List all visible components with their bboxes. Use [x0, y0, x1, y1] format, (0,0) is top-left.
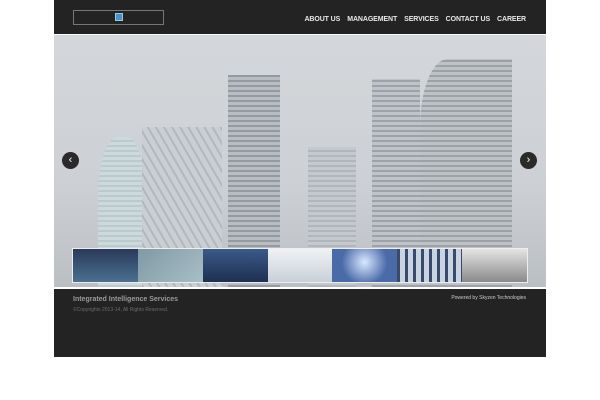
chevron-right-icon: ›	[526, 154, 531, 166]
thumbnail-finance[interactable]	[137, 249, 203, 282]
image-slider: ‹ ›	[54, 35, 546, 287]
logo-icon	[115, 13, 123, 21]
thumbnail-strip	[72, 248, 528, 283]
nav-contact-us[interactable]: CONTACT US	[446, 16, 490, 23]
thumbnail-stage[interactable]	[332, 249, 398, 282]
nav-career[interactable]: CAREER	[497, 16, 526, 23]
footer: Integrated Intelligence Services ©Copyri…	[54, 289, 546, 357]
header: ABOUT US MANAGEMENT SERVICES CONTACT US …	[54, 0, 546, 34]
prev-slide-button[interactable]: ‹	[62, 152, 79, 169]
footer-company-name: Integrated Intelligence Services	[73, 296, 179, 303]
footer-copyright: ©Copyrights 2013-14, All Rights Reserved…	[73, 307, 169, 313]
nav-management[interactable]: MANAGEMENT	[347, 16, 397, 23]
next-slide-button[interactable]: ›	[520, 152, 537, 169]
thumbnail-city-skyline[interactable]	[73, 249, 138, 282]
nav-about-us[interactable]: ABOUT US	[304, 16, 340, 23]
thumbnail-lights[interactable]	[202, 249, 268, 282]
main-nav: ABOUT US MANAGEMENT SERVICES CONTACT US …	[304, 16, 526, 23]
thumbnail-silhouettes[interactable]	[397, 249, 463, 282]
footer-powered-by[interactable]: Powered by Skyzen Technologies	[451, 295, 526, 301]
thumbnail-desk-equipment[interactable]	[462, 249, 528, 282]
thumbnail-office-people[interactable]	[267, 249, 333, 282]
nav-services[interactable]: SERVICES	[404, 16, 439, 23]
logo[interactable]	[73, 10, 164, 25]
chevron-left-icon: ‹	[68, 154, 73, 166]
